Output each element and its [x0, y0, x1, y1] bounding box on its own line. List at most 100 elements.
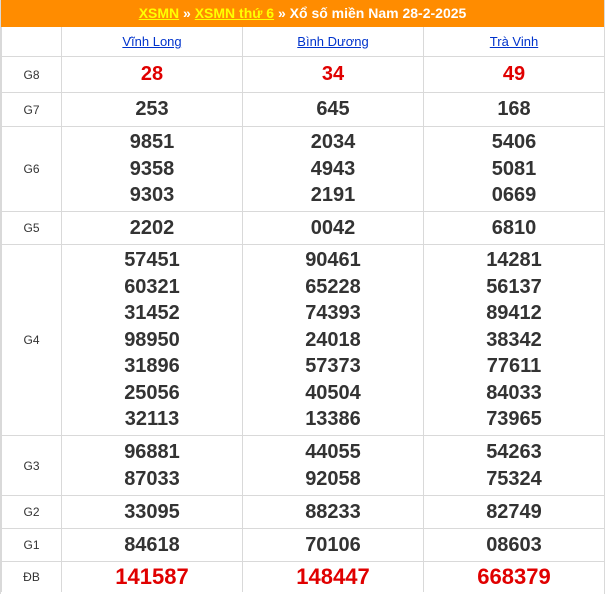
result-cell: 148447 — [242, 561, 424, 592]
result-number: 9358 — [129, 157, 175, 180]
result-number: 0669 — [491, 184, 537, 207]
result-number: 70106 — [305, 533, 361, 556]
prize-row: G6 9851 9358 9303 2034 4943 2191 5406 5081 0669 — [1, 126, 605, 212]
result-number: 32113 — [124, 408, 180, 431]
result-cell: 84618 — [61, 528, 243, 562]
xsmn-link[interactable]: XSMN — [139, 5, 179, 21]
prize-row: G7 253 645 168 — [1, 92, 605, 127]
title-bar: XSMN » XSMN thứ 6 » Xổ số miền Nam 28-2-… — [1, 0, 604, 27]
result-cell: 49 — [423, 56, 605, 93]
prize-row: ĐB 141587 148447 668379 — [1, 561, 605, 592]
breadcrumb-separator: » — [183, 5, 191, 21]
result-number: 84033 — [486, 381, 542, 404]
result-cell: 88233 — [242, 495, 424, 529]
xsmn-friday-link[interactable]: XSMN thứ 6 — [195, 5, 274, 21]
result-number: 98950 — [124, 328, 180, 351]
prize-row: G5 2202 0042 6810 — [1, 211, 605, 245]
prize-label: G8 — [1, 56, 62, 93]
result-cell: 2202 — [61, 211, 243, 245]
result-number: 13386 — [305, 408, 361, 431]
result-cell: 57451 60321 31452 98950 31896 25056 32113 — [61, 244, 243, 436]
result-number: 2034 — [310, 131, 356, 154]
result-number: 90461 — [305, 249, 361, 272]
prize-label: G7 — [1, 92, 62, 127]
results-table: Vĩnh Long Bình Dương Trà Vinh G8 28 34 49 G7… — [1, 27, 605, 592]
result-cell: 90461 65228 74393 24018 57373 40504 13386 — [242, 244, 424, 436]
result-cell: 33095 — [61, 495, 243, 529]
province-link-tra-vinh[interactable]: Trà Vinh — [490, 34, 538, 49]
result-number: 56137 — [486, 275, 542, 298]
prize-label: G1 — [1, 528, 62, 562]
prize-rows: G8 28 34 49 G7 253 645 168 G6 9851 9358 9303 2034 494… — [1, 56, 605, 592]
prize-label: G4 — [1, 244, 62, 436]
result-cell: 08603 — [423, 528, 605, 562]
result-number: 38342 — [486, 328, 542, 351]
result-number: 34 — [321, 63, 345, 86]
result-number: 49 — [502, 63, 526, 86]
province-link-binh-duong[interactable]: Bình Dương — [297, 34, 368, 49]
result-cell: 0042 — [242, 211, 424, 245]
result-number: 141587 — [115, 563, 189, 589]
result-cell: 9851 9358 9303 — [61, 126, 243, 212]
result-cell: 96881 87033 — [61, 435, 243, 496]
prize-label: G5 — [1, 211, 62, 245]
province-header: Trà Vinh — [423, 27, 605, 57]
result-number: 5406 — [491, 131, 537, 154]
result-cell: 141587 — [61, 561, 243, 592]
result-number: 88233 — [305, 500, 361, 523]
result-number: 4943 — [310, 157, 356, 180]
prize-row: G2 33095 88233 82749 — [1, 495, 605, 529]
prize-row: G8 28 34 49 — [1, 56, 605, 93]
result-number: 253 — [135, 98, 169, 121]
result-number: 96881 — [124, 441, 180, 463]
result-number: 31896 — [124, 355, 180, 378]
result-number: 75324 — [486, 467, 542, 490]
result-cell: 5406 5081 0669 — [423, 126, 605, 212]
result-number: 14281 — [486, 249, 542, 272]
province-header-row: Vĩnh Long Bình Dương Trà Vinh — [1, 27, 605, 57]
result-number: 57373 — [305, 355, 361, 378]
result-number: 5081 — [491, 157, 537, 180]
result-cell: 34 — [242, 56, 424, 93]
province-header: Vĩnh Long — [61, 27, 243, 57]
result-number: 82749 — [486, 500, 542, 523]
result-number: 645 — [316, 98, 350, 121]
result-cell: 44055 92058 — [242, 435, 424, 496]
result-number: 73965 — [486, 408, 542, 431]
result-number: 31452 — [124, 302, 180, 325]
result-number: 2191 — [310, 184, 356, 207]
result-cell: 28 — [61, 56, 243, 93]
prize-label: G3 — [1, 435, 62, 496]
result-cell: 2034 4943 2191 — [242, 126, 424, 212]
result-number: 25056 — [124, 381, 180, 404]
result-cell: 54263 75324 — [423, 435, 605, 496]
result-number: 2202 — [129, 216, 175, 239]
empty-header-cell — [1, 27, 62, 57]
result-number: 57451 — [124, 249, 180, 272]
province-link-vinh-long[interactable]: Vĩnh Long — [122, 34, 181, 49]
result-number: 6810 — [491, 216, 537, 239]
prize-row: G3 96881 87033 44055 92058 54263 75324 — [1, 435, 605, 496]
page-title: Xổ số miền Nam 28-2-2025 — [289, 5, 467, 21]
lottery-results-panel: XSMN » XSMN thứ 6 » Xổ số miền Nam 28-2-… — [0, 0, 605, 594]
result-number: 74393 — [305, 302, 361, 325]
prize-label: G6 — [1, 126, 62, 212]
result-number: 44055 — [305, 441, 361, 463]
prize-row: G4 57451 60321 31452 98950 31896 25056 32113 904… — [1, 244, 605, 436]
result-number: 65228 — [305, 275, 361, 298]
result-number: 9851 — [129, 131, 175, 154]
result-number: 9303 — [129, 184, 175, 207]
result-cell: 645 — [242, 92, 424, 127]
result-number: 168 — [497, 98, 531, 121]
result-cell: 253 — [61, 92, 243, 127]
result-number: 33095 — [124, 500, 180, 523]
prize-label: ĐB — [1, 561, 62, 592]
result-number: 84618 — [124, 533, 180, 556]
result-number: 40504 — [305, 381, 361, 404]
result-cell: 70106 — [242, 528, 424, 562]
result-number: 92058 — [305, 467, 361, 490]
result-number: 54263 — [486, 441, 542, 463]
result-number: 148447 — [296, 563, 370, 589]
result-number: 08603 — [486, 533, 542, 556]
result-number: 77611 — [486, 355, 542, 378]
